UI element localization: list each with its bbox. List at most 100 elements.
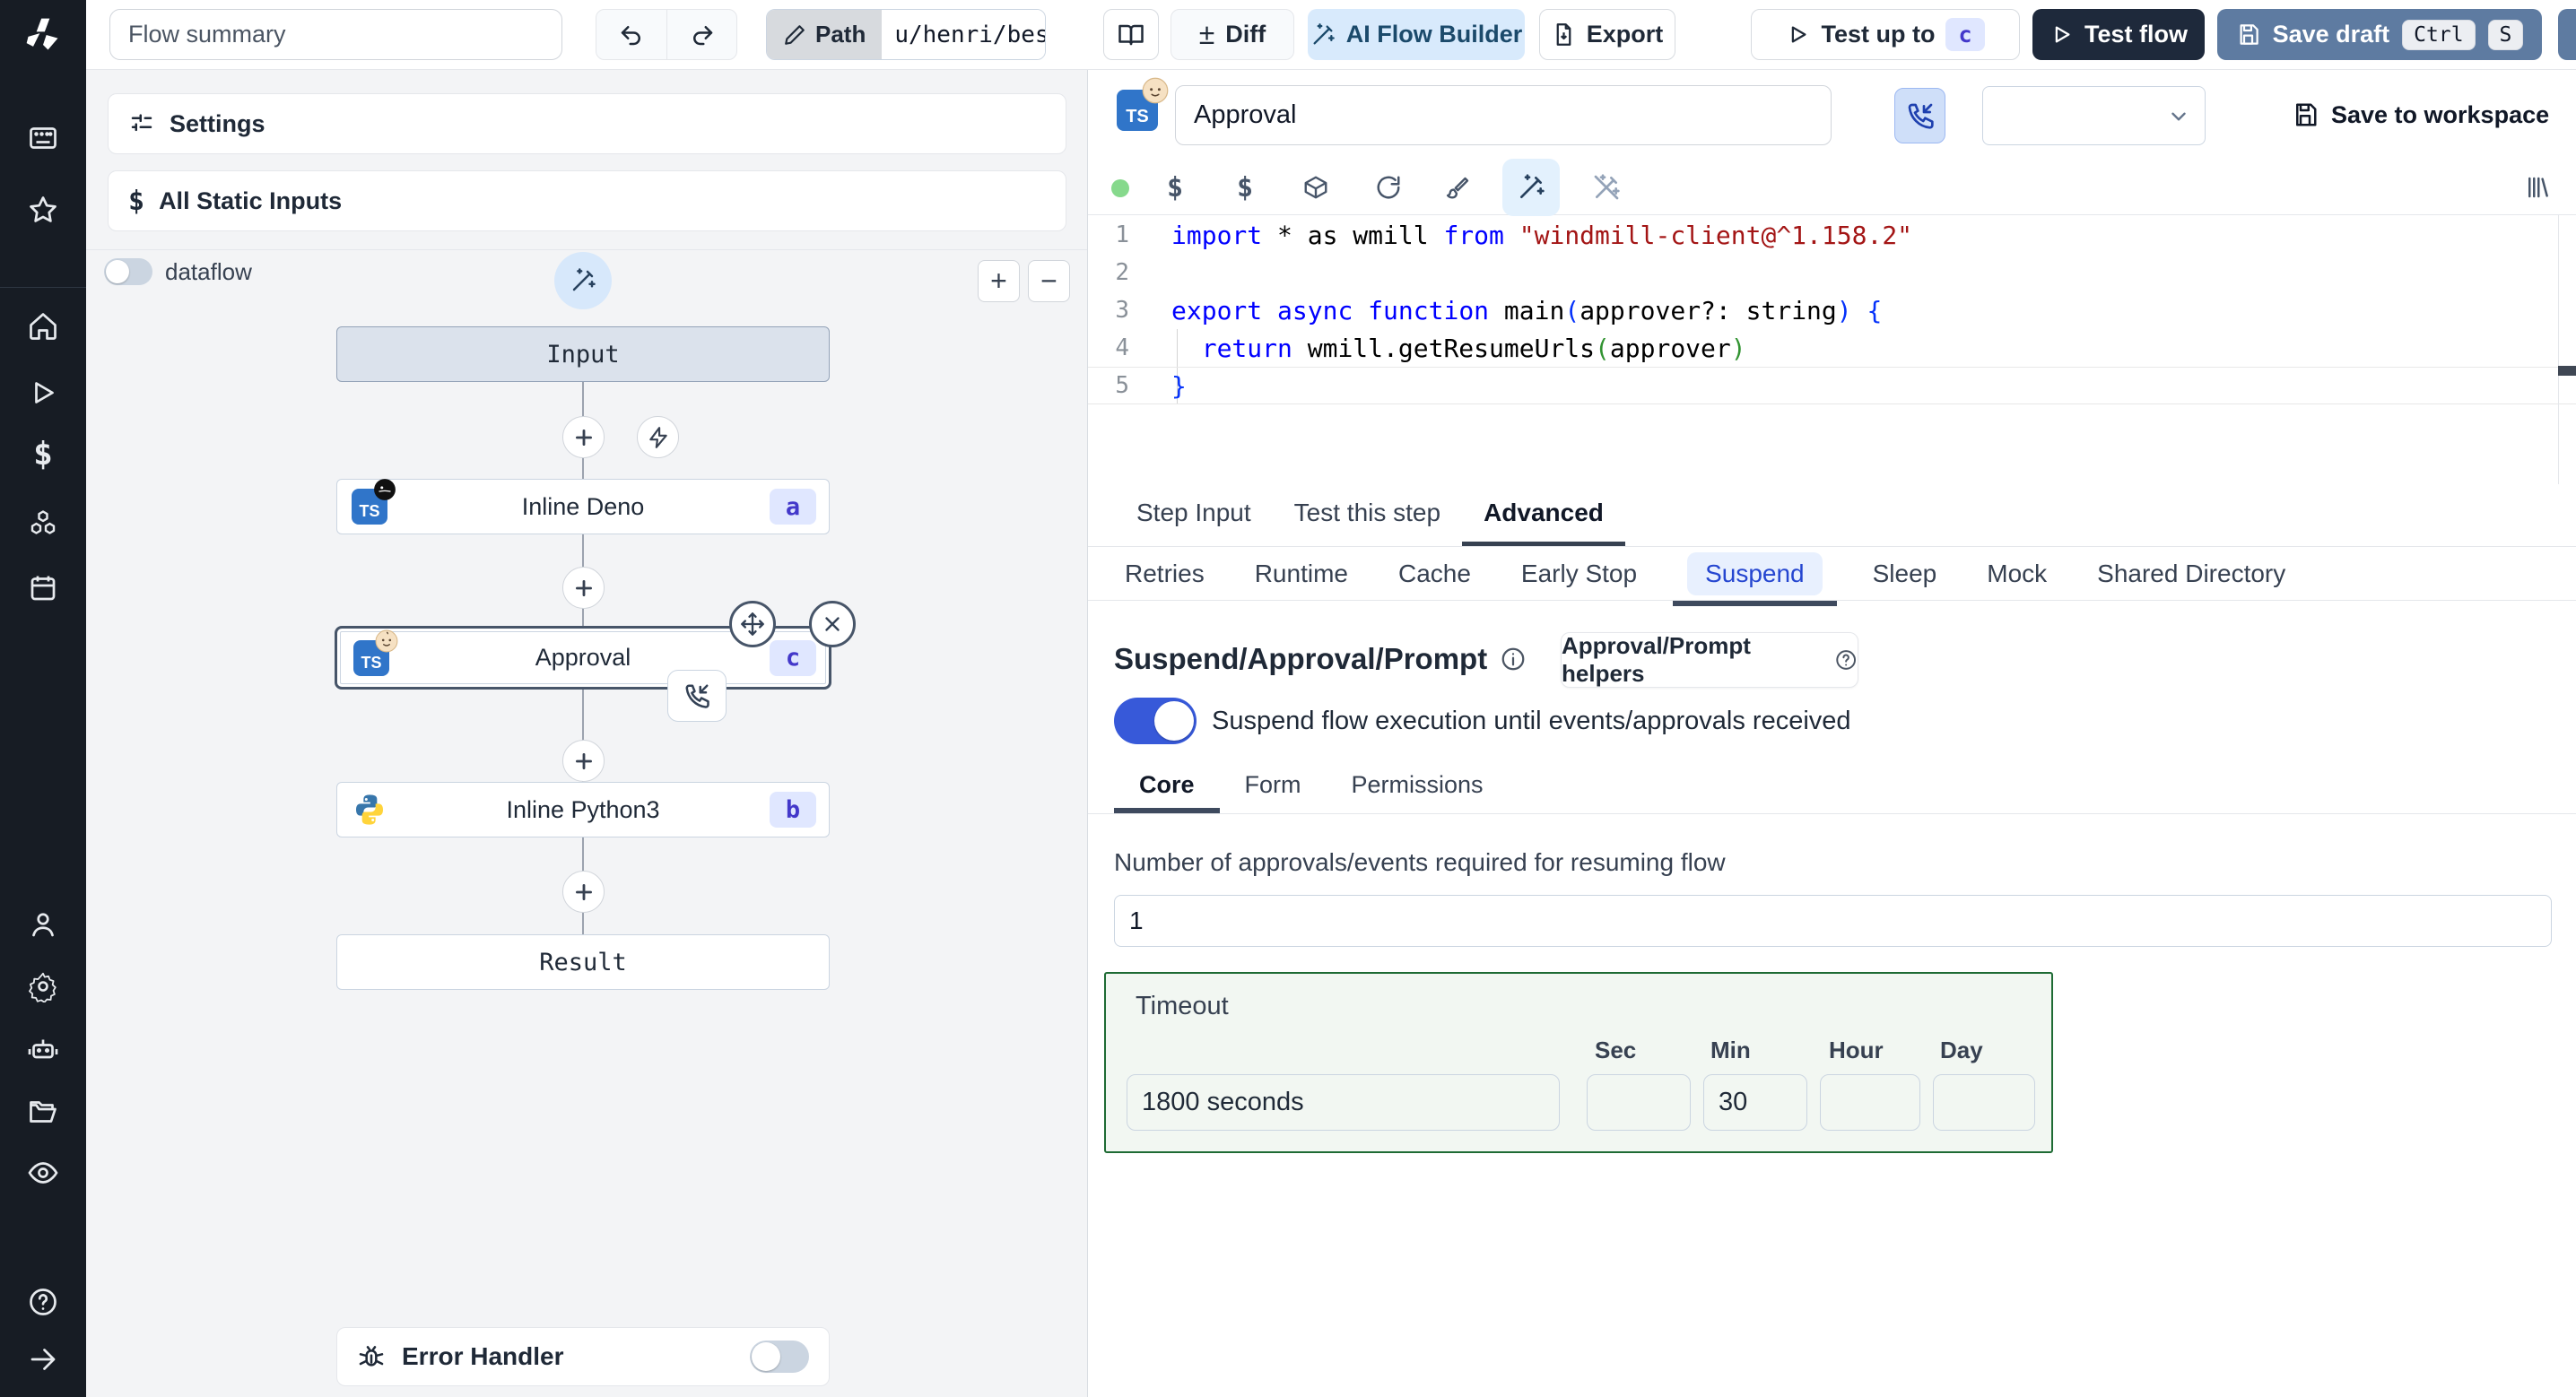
code-line[interactable]: 4 return wmill.getResumeUrls(approver) (1088, 329, 2576, 367)
save-icon (2240, 24, 2258, 45)
code-line[interactable]: 3 export async function main(approver?: s… (1088, 291, 2576, 329)
zoom-in-button[interactable]: + (978, 260, 1020, 302)
workers-icon[interactable] (27, 1033, 59, 1065)
resources-icon[interactable] (27, 508, 59, 540)
tab-form[interactable]: Form (1220, 762, 1327, 813)
undo-button[interactable] (596, 10, 666, 59)
apps-icon[interactable] (27, 122, 59, 154)
all-static-inputs-button[interactable]: $ All Static Inputs (108, 170, 1066, 231)
windmill-logo-icon[interactable] (23, 15, 63, 55)
code-line[interactable]: 5} (1088, 367, 2576, 404)
step-tabs: Step Input Test this step Advanced (1088, 484, 2576, 547)
error-handler-card[interactable]: Error Handler (336, 1327, 830, 1386)
collapse-arrow-icon[interactable] (27, 1343, 59, 1375)
move-node-handle[interactable] (729, 601, 776, 647)
ai-flow-builder-button[interactable]: AI Flow Builder (1308, 9, 1525, 60)
tab-test-this-step[interactable]: Test this step (1273, 484, 1462, 546)
error-handler-toggle[interactable] (750, 1341, 809, 1373)
add-step-button[interactable] (562, 740, 605, 782)
tab-runtime[interactable]: Runtime (1255, 560, 1348, 588)
add-trigger-button[interactable] (637, 416, 679, 458)
tab-sleep[interactable]: Sleep (1873, 560, 1937, 588)
ai-off-tool-icon[interactable] (1586, 167, 1627, 208)
flow-node-input[interactable]: Input (336, 326, 830, 382)
tab-early-stop[interactable]: Early Stop (1521, 560, 1637, 588)
tab-shared-directory[interactable]: Shared Directory (2097, 560, 2285, 588)
code-line[interactable]: 2 (1088, 254, 2576, 291)
baby-emoji-icon (1142, 77, 1169, 104)
audit-eye-icon[interactable] (27, 1157, 59, 1189)
more-actions-button[interactable] (2558, 9, 2576, 60)
delete-node-button[interactable] (809, 601, 856, 647)
timeout-min-input[interactable] (1703, 1074, 1807, 1131)
flow-node-result[interactable]: Result (336, 934, 830, 990)
package-tool-icon[interactable] (1295, 167, 1336, 208)
approval-phone-badge[interactable] (667, 670, 727, 722)
code-line[interactable]: 1 import * as wmill from "windmill-client… (1088, 216, 2576, 254)
flow-settings-button[interactable]: Settings (108, 93, 1066, 154)
runs-icon[interactable] (27, 377, 59, 409)
suspend-toggle[interactable] (1114, 698, 1197, 744)
tab-retries[interactable]: Retries (1125, 560, 1205, 588)
info-icon[interactable] (1500, 646, 1527, 672)
flow-summary-input[interactable] (109, 9, 562, 60)
format-tool-icon[interactable] (1438, 167, 1479, 208)
tab-advanced[interactable]: Advanced (1462, 484, 1625, 546)
flow-node-inline-python[interactable]: Inline Python3 b (336, 782, 830, 837)
approvals-required-input[interactable] (1114, 895, 2552, 947)
resources-tool-icon[interactable]: $ (1224, 167, 1266, 208)
tab-cache[interactable]: Cache (1398, 560, 1471, 588)
settings-gear-icon[interactable] (27, 970, 59, 1002)
variables-tool-icon[interactable]: $ (1154, 167, 1196, 208)
approval-prompt-helpers-button[interactable]: Approval/Prompt helpers (1561, 632, 1858, 688)
timeout-sec-input[interactable] (1587, 1074, 1691, 1131)
reload-tool-icon[interactable] (1368, 167, 1409, 208)
star-icon[interactable] (27, 194, 59, 226)
tab-suspend[interactable]: Suspend (1673, 551, 1837, 606)
save-draft-button[interactable]: Save draft Ctrl S (2217, 9, 2542, 60)
approvals-required-label: Number of approvals/events required for … (1114, 848, 1726, 876)
export-label: Export (1586, 21, 1664, 48)
tab-permissions[interactable]: Permissions (1327, 762, 1509, 813)
redo-button[interactable] (666, 10, 736, 59)
test-flow-button[interactable]: Test flow (2032, 9, 2205, 60)
timeout-label: Timeout (1136, 992, 1229, 1020)
variables-icon[interactable]: $ (27, 436, 59, 473)
tab-step-input[interactable]: Step Input (1115, 484, 1273, 546)
add-step-button[interactable] (562, 567, 605, 609)
add-step-button[interactable] (562, 416, 605, 458)
user-icon[interactable] (27, 908, 59, 941)
save-to-workspace-button[interactable]: Save to workspace (2292, 70, 2549, 160)
ai-graph-wand-button[interactable] (554, 252, 612, 309)
save-draft-label: Save draft (2272, 21, 2390, 48)
step-name-input[interactable] (1175, 85, 1832, 145)
flow-node-approval-selected[interactable]: TS Approval c (335, 601, 856, 722)
package-icon (1304, 176, 1327, 199)
folders-icon[interactable] (27, 1096, 59, 1128)
code-editor[interactable]: 1 import * as wmill from "windmill-client… (1088, 215, 2576, 484)
export-button[interactable]: Export (1539, 9, 1675, 60)
ai-assistant-tool-icon[interactable] (1502, 159, 1560, 216)
add-step-button[interactable] (562, 871, 605, 913)
approval-phone-button[interactable] (1894, 88, 1945, 143)
path-value[interactable]: u/henri/bes (882, 10, 1046, 59)
schedules-icon[interactable] (27, 572, 59, 604)
edit-path-button[interactable]: Path (767, 10, 883, 59)
tab-mock[interactable]: Mock (1987, 560, 2047, 588)
diff-button[interactable]: ± Diff (1171, 9, 1294, 60)
worker-tag-select[interactable] (1982, 86, 2206, 145)
library-tool-icon[interactable] (2517, 167, 2558, 208)
help-icon[interactable] (27, 1286, 59, 1318)
zoom-out-button[interactable]: − (1028, 260, 1070, 302)
flow-node-inline-deno[interactable]: TS Inline Deno a (336, 479, 830, 534)
dataflow-toggle[interactable] (104, 258, 152, 285)
timeout-day-input[interactable] (1933, 1074, 2035, 1131)
timeout-hour-input[interactable] (1820, 1074, 1920, 1131)
test-up-to-button[interactable]: Test up to c (1751, 9, 2020, 60)
python-node-lang (352, 792, 387, 828)
editor-scroll-thumb[interactable] (2558, 366, 2576, 376)
tab-core[interactable]: Core (1114, 762, 1220, 813)
docs-button[interactable] (1103, 9, 1159, 60)
home-icon[interactable] (27, 310, 59, 343)
timeout-duration-input[interactable] (1127, 1074, 1560, 1131)
